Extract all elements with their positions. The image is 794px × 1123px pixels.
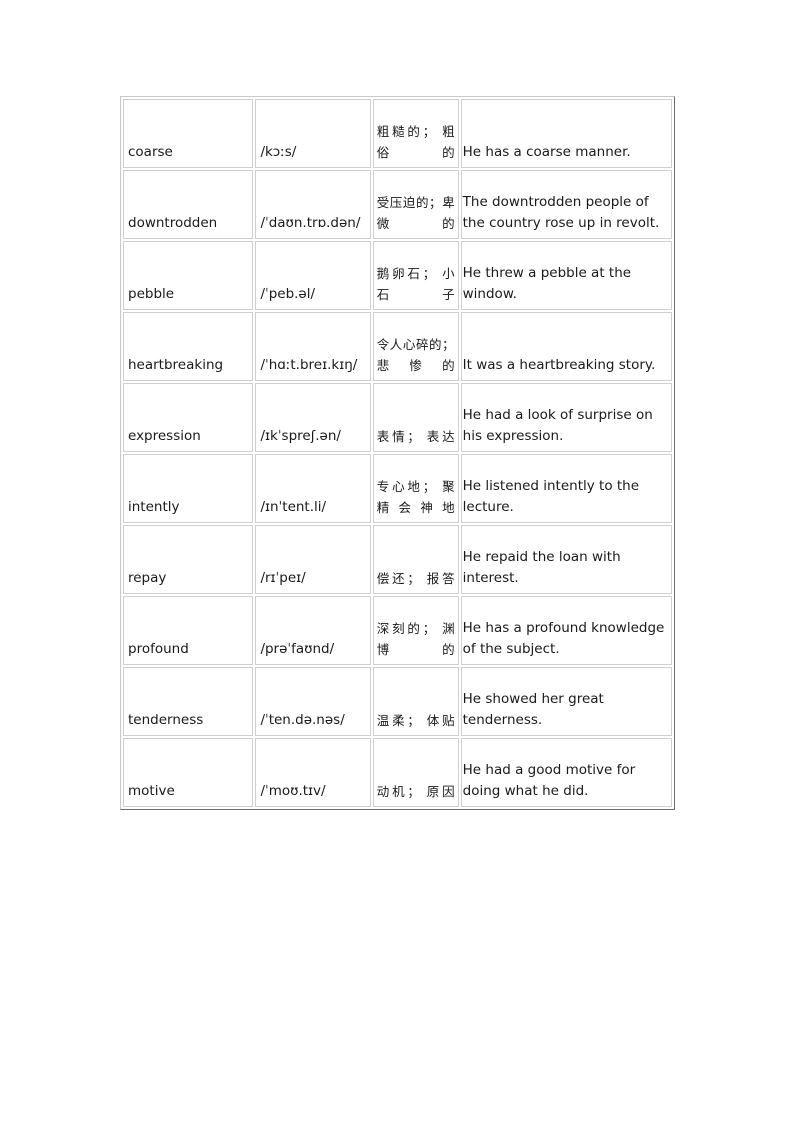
- example-cell: He had a good motive for doing what he d…: [460, 738, 672, 807]
- meaning-cell: 令人心碎的； 悲惨的: [372, 312, 459, 381]
- word-cell: repay: [123, 525, 254, 594]
- ipa-cell: /ɪnˈtent.li/: [255, 454, 371, 523]
- word-cell: motive: [123, 738, 254, 807]
- example-cell: He repaid the loan with interest.: [460, 525, 672, 594]
- ipa-cell: /ɪkˈspreʃ.ən/: [255, 383, 371, 452]
- ipa-cell: /ˈten.də.nəs/: [255, 667, 371, 736]
- vocabulary-table-body: coarse /kɔːs/ 粗糙的； 粗俗的 He has a coarse m…: [123, 99, 672, 807]
- meaning-cell: 深刻的； 渊博的: [372, 596, 459, 665]
- meaning-cell: 受压迫的；卑微的: [372, 170, 459, 239]
- word-cell: tenderness: [123, 667, 254, 736]
- ipa-cell: /prəˈfaʊnd/: [255, 596, 371, 665]
- meaning-cell: 鹅卵石； 小石子: [372, 241, 459, 310]
- word-cell: downtrodden: [123, 170, 254, 239]
- table-row: motive /ˈmoʊ.tɪv/ 动机； 原因 He had a good m…: [123, 738, 672, 807]
- example-cell: He showed her great tenderness.: [460, 667, 672, 736]
- meaning-cell: 动机； 原因: [372, 738, 459, 807]
- meaning-cell: 粗糙的； 粗俗的: [372, 99, 459, 168]
- example-cell: The downtrodden people of the country ro…: [460, 170, 672, 239]
- table-row: pebble /ˈpeb.əl/ 鹅卵石； 小石子 He threw a peb…: [123, 241, 672, 310]
- table-row: coarse /kɔːs/ 粗糙的； 粗俗的 He has a coarse m…: [123, 99, 672, 168]
- table-row: profound /prəˈfaʊnd/ 深刻的； 渊博的 He has a p…: [123, 596, 672, 665]
- table-row: heartbreaking /ˈhɑːt.breɪ.kɪŋ/ 令人心碎的； 悲惨…: [123, 312, 672, 381]
- ipa-cell: /ˈmoʊ.tɪv/: [255, 738, 371, 807]
- word-cell: profound: [123, 596, 254, 665]
- word-cell: coarse: [123, 99, 254, 168]
- word-cell: intently: [123, 454, 254, 523]
- meaning-cell: 偿还； 报答: [372, 525, 459, 594]
- word-cell: pebble: [123, 241, 254, 310]
- ipa-cell: /ˈdaʊn.trɒ.dən/: [255, 170, 371, 239]
- word-cell: heartbreaking: [123, 312, 254, 381]
- table-row: intently /ɪnˈtent.li/ 专心地； 聚精会神地 He list…: [123, 454, 672, 523]
- ipa-cell: /kɔːs/: [255, 99, 371, 168]
- meaning-cell: 温柔； 体贴: [372, 667, 459, 736]
- meaning-cell: 表情； 表达: [372, 383, 459, 452]
- example-cell: He listened intently to the lecture.: [460, 454, 672, 523]
- meaning-cell: 专心地； 聚精会神地: [372, 454, 459, 523]
- example-cell: He has a coarse manner.: [460, 99, 672, 168]
- table-row: tenderness /ˈten.də.nəs/ 温柔； 体贴 He showe…: [123, 667, 672, 736]
- ipa-cell: /rɪˈpeɪ/: [255, 525, 371, 594]
- table-row: expression /ɪkˈspreʃ.ən/ 表情； 表达 He had a…: [123, 383, 672, 452]
- ipa-cell: /ˈhɑːt.breɪ.kɪŋ/: [255, 312, 371, 381]
- example-cell: He had a look of surprise on his express…: [460, 383, 672, 452]
- ipa-cell: /ˈpeb.əl/: [255, 241, 371, 310]
- vocabulary-table: coarse /kɔːs/ 粗糙的； 粗俗的 He has a coarse m…: [120, 96, 675, 810]
- example-cell: It was a heartbreaking story.: [460, 312, 672, 381]
- example-cell: He has a profound knowledge of the subje…: [460, 596, 672, 665]
- word-cell: expression: [123, 383, 254, 452]
- example-cell: He threw a pebble at the window.: [460, 241, 672, 310]
- table-row: downtrodden /ˈdaʊn.trɒ.dən/ 受压迫的；卑微的 The…: [123, 170, 672, 239]
- table-row: repay /rɪˈpeɪ/ 偿还； 报答 He repaid the loan…: [123, 525, 672, 594]
